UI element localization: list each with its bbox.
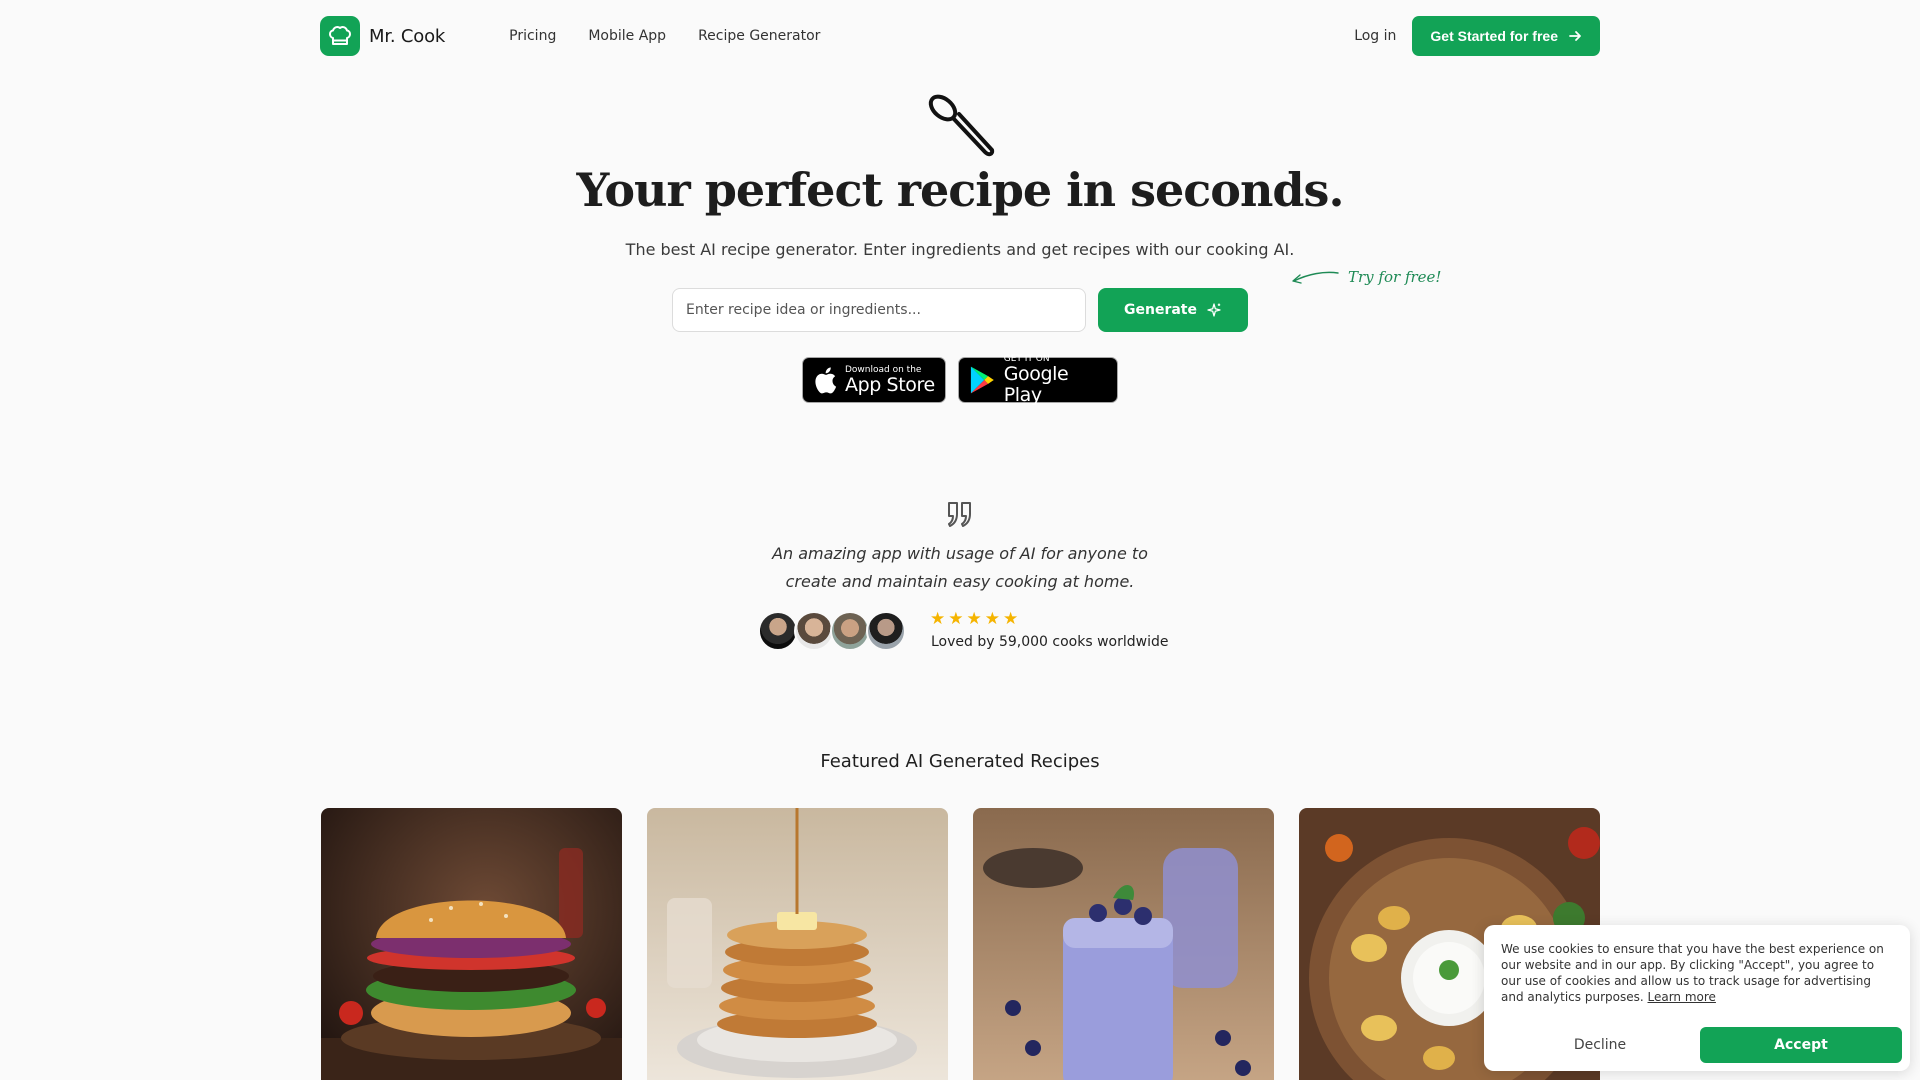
sparkle-icon bbox=[1207, 303, 1221, 317]
featured-title: Featured AI Generated Recipes bbox=[820, 751, 1100, 772]
hero-subtitle: The best AI recipe generator. Enter ingr… bbox=[625, 240, 1295, 259]
top-nav: Mr. Cook Pricing Mobile App Recipe Gener… bbox=[320, 16, 1600, 56]
blueberry-smoothie-image bbox=[973, 808, 1274, 1080]
get-started-label: Get Started for free bbox=[1430, 28, 1558, 44]
google-play-big-text: Google Play bbox=[1003, 363, 1069, 406]
rating-stars: ★ ★ ★ ★ ★ bbox=[930, 610, 1018, 628]
user-avatars bbox=[758, 611, 906, 651]
accept-button[interactable]: Accept bbox=[1700, 1027, 1902, 1063]
recipe-card-burger[interactable] bbox=[321, 808, 622, 1080]
avatar bbox=[758, 611, 798, 651]
app-store-big-text: App Store bbox=[845, 373, 935, 396]
quote-icon bbox=[948, 502, 971, 527]
google-play-icon bbox=[970, 366, 994, 394]
app-store-small-text: Download on the bbox=[845, 364, 922, 375]
arrow-right-icon bbox=[1569, 31, 1581, 41]
get-started-button[interactable]: Get Started for free bbox=[1412, 16, 1600, 56]
recipe-search-input[interactable] bbox=[672, 288, 1086, 332]
star-icon: ★ bbox=[930, 609, 946, 629]
nav-link-pricing[interactable]: Pricing bbox=[509, 28, 556, 44]
logo-text: Mr. Cook bbox=[369, 25, 446, 47]
star-icon: ★ bbox=[1003, 609, 1019, 629]
nav-link-mobile-app[interactable]: Mobile App bbox=[588, 28, 666, 44]
cookie-text: We use cookies to ensure that you have t… bbox=[1501, 941, 1894, 1005]
avatar bbox=[866, 611, 906, 651]
login-link[interactable]: Log in bbox=[1354, 28, 1396, 44]
cookie-banner: We use cookies to ensure that you have t… bbox=[1484, 925, 1910, 1071]
burger-image bbox=[321, 808, 622, 1080]
testimonial-quote: An amazing app with usage of AI for anyo… bbox=[772, 544, 1148, 591]
pancakes-image bbox=[647, 808, 948, 1080]
learn-more-link[interactable]: Learn more bbox=[1648, 990, 1716, 1004]
google-play-badge[interactable]: GET IT ON Google Play bbox=[958, 354, 1118, 406]
apple-icon bbox=[815, 367, 837, 394]
arrow-left-hand-drawn-icon bbox=[1292, 271, 1339, 284]
nav-link-recipe-generator[interactable]: Recipe Generator bbox=[698, 28, 820, 44]
decline-button[interactable]: Decline bbox=[1500, 1027, 1700, 1063]
chef-hat-icon bbox=[320, 16, 360, 56]
generate-button[interactable]: Generate bbox=[1098, 288, 1248, 332]
generate-label: Generate bbox=[1124, 302, 1197, 318]
recipe-card-blueberry-smoothie[interactable] bbox=[973, 808, 1274, 1080]
hero-title: Your perfect recipe in seconds. bbox=[576, 163, 1345, 217]
recipe-card-pancakes[interactable] bbox=[647, 808, 948, 1080]
app-store-badge[interactable]: Download on the App Store bbox=[802, 357, 946, 403]
loved-by-text: Loved by 59,000 cooks worldwide bbox=[931, 634, 1169, 650]
try-free-text: Try for free! bbox=[1348, 268, 1442, 286]
star-icon: ★ bbox=[966, 609, 982, 629]
avatar bbox=[830, 611, 870, 651]
logo[interactable]: Mr. Cook bbox=[320, 16, 445, 56]
try-free-callout: Try for free! bbox=[1290, 268, 1441, 286]
spoon-icon bbox=[928, 94, 995, 157]
star-icon: ★ bbox=[984, 609, 1000, 629]
star-icon: ★ bbox=[948, 609, 964, 629]
avatar bbox=[794, 611, 834, 651]
